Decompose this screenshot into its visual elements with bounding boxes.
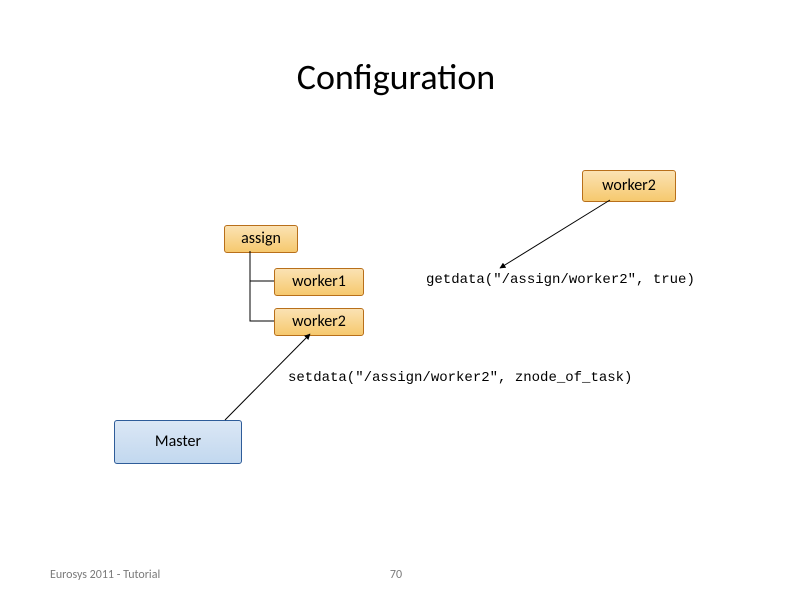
node-worker1: worker1 <box>274 268 364 296</box>
node-worker2-child: worker2 <box>274 308 364 336</box>
node-master: Master <box>114 420 242 464</box>
page-number: 70 <box>0 568 792 582</box>
code-setdata: setdata("/assign/worker2", znode_of_task… <box>288 370 632 386</box>
node-worker2-client: worker2 <box>582 170 676 202</box>
slide-title: Configuration <box>0 55 792 99</box>
code-getdata: getdata("/assign/worker2", true) <box>426 272 695 288</box>
node-assign: assign <box>224 225 298 253</box>
